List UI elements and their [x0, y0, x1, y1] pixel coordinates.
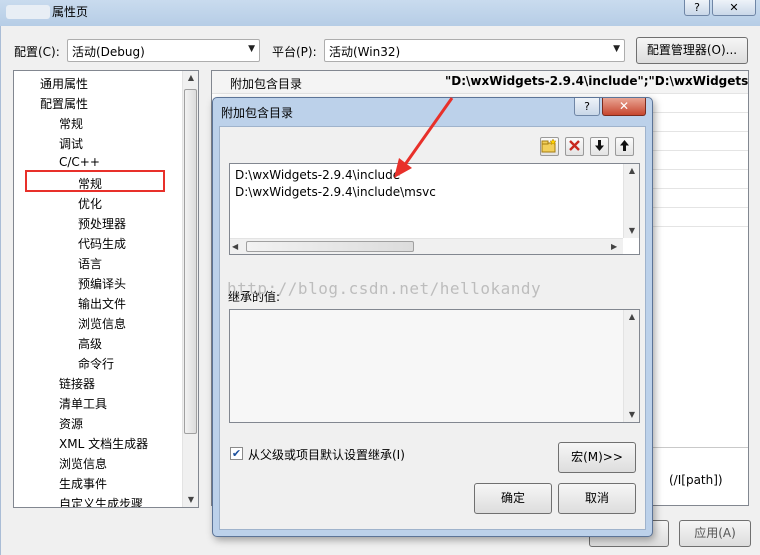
config-select[interactable]: 活动(Debug) ▼: [67, 39, 260, 62]
config-select-value: 活动(Debug): [72, 45, 145, 59]
scroll-up-icon[interactable]: ▲: [624, 312, 640, 321]
tree-scrollbar[interactable]: ▲ ▼: [182, 71, 198, 507]
app-icon: [6, 5, 50, 19]
property-tree: 通用属性 配置属性 常规 调试 C/C++ 常规 优化 预处理器 代码生成 语言…: [13, 70, 199, 508]
tree-item[interactable]: 常规: [59, 115, 83, 132]
chevron-down-icon: ▼: [613, 44, 620, 54]
move-up-icon[interactable]: [615, 137, 634, 156]
dialog-body: D:\wxWidgets-2.9.4\include D:\wxWidgets-…: [219, 126, 646, 530]
tree-item[interactable]: 配置属性: [40, 95, 88, 112]
inherited-vscroll[interactable]: ▲ ▼: [623, 310, 639, 422]
tree-item[interactable]: XML 文档生成器: [59, 435, 148, 452]
grid-row-value: "D:\wxWidgets-2.9.4\include";"D:\wxWidge…: [445, 74, 749, 88]
grid-row-selected[interactable]: 附加包含目录 "D:\wxWidgets-2.9.4\include";"D:\…: [212, 71, 748, 94]
platform-select-value: 活动(Win32): [329, 45, 401, 59]
annotation-highlight-box: [25, 170, 165, 192]
scroll-down-icon[interactable]: ▼: [624, 410, 640, 419]
tree-item[interactable]: 浏览信息: [59, 455, 107, 472]
annotation-arrow-icon: [394, 97, 454, 178]
tree-item[interactable]: 预处理器: [78, 215, 126, 232]
chevron-down-icon: ▼: [248, 44, 255, 54]
inherit-checkbox[interactable]: ✔: [230, 447, 243, 460]
scroll-left-icon[interactable]: ◀: [232, 242, 238, 251]
dialog-close-button[interactable]: ✕: [602, 98, 646, 116]
list-item[interactable]: D:\wxWidgets-2.9.4\include\msvc: [235, 185, 436, 199]
tree-item[interactable]: 生成事件: [59, 475, 107, 492]
config-manager-button[interactable]: 配置管理器(O)...: [636, 37, 748, 64]
tree-item[interactable]: 自定义生成步骤: [59, 495, 143, 507]
list-item[interactable]: D:\wxWidgets-2.9.4\include: [235, 168, 400, 182]
tree-item[interactable]: 语言: [78, 255, 102, 272]
tree-item[interactable]: 高级: [78, 335, 102, 352]
tree-item[interactable]: 清单工具: [59, 395, 107, 412]
new-folder-icon[interactable]: [540, 137, 559, 156]
platform-select[interactable]: 活动(Win32) ▼: [324, 39, 625, 62]
tree-item[interactable]: C/C++: [59, 155, 100, 169]
window-close-button[interactable]: ✕: [712, 0, 756, 16]
inherited-values-list: ▲ ▼: [229, 309, 640, 423]
tree-item[interactable]: 代码生成: [78, 235, 126, 252]
apply-button[interactable]: 应用(A): [679, 520, 751, 547]
list-vscroll[interactable]: ▲ ▼: [623, 164, 639, 238]
inherit-checkbox-label: 从父级或项目默认设置继承(I): [248, 448, 405, 462]
scroll-right-icon[interactable]: ▶: [611, 242, 617, 251]
tree-item[interactable]: 通用属性: [40, 75, 88, 92]
tree-item[interactable]: 命令行: [78, 355, 114, 372]
tree-item[interactable]: 链接器: [59, 375, 95, 392]
scroll-thumb[interactable]: [184, 89, 197, 434]
platform-label: 平台(P):: [272, 45, 317, 59]
tree-item[interactable]: 优化: [78, 195, 102, 212]
list-hscroll[interactable]: ◀ ▶: [230, 238, 623, 254]
description-text: (/I[path]): [669, 473, 723, 487]
window-help-button[interactable]: ?: [684, 0, 710, 16]
move-down-icon[interactable]: [590, 137, 609, 156]
config-label: 配置(C):: [14, 45, 60, 59]
cancel-button[interactable]: 取消: [558, 483, 636, 514]
grid-row-name: 附加包含目录: [230, 77, 303, 91]
tree-item[interactable]: 浏览信息: [78, 315, 126, 332]
tree-item[interactable]: 资源: [59, 415, 83, 432]
watermark-text: http://blog.csdn.net/hellokandy: [227, 279, 542, 298]
scroll-thumb[interactable]: [246, 241, 414, 252]
ok-button[interactable]: 确定: [474, 483, 552, 514]
scroll-down-icon[interactable]: ▼: [624, 226, 640, 235]
tree-item[interactable]: 调试: [59, 135, 83, 152]
scroll-up-icon[interactable]: ▲: [624, 166, 640, 175]
dialog-title: 附加包含目录: [221, 106, 294, 120]
tree-item[interactable]: 输出文件: [78, 295, 126, 312]
window-title: 属性页: [52, 5, 89, 19]
macros-button[interactable]: 宏(M)>>: [558, 442, 636, 473]
delete-icon[interactable]: [565, 137, 584, 156]
window-titlebar: [0, 0, 760, 26]
dialog-help-button[interactable]: ?: [574, 98, 600, 116]
tree-item[interactable]: 预编译头: [78, 275, 126, 292]
scroll-up-icon[interactable]: ▲: [183, 73, 198, 82]
scroll-down-icon[interactable]: ▼: [183, 495, 198, 504]
